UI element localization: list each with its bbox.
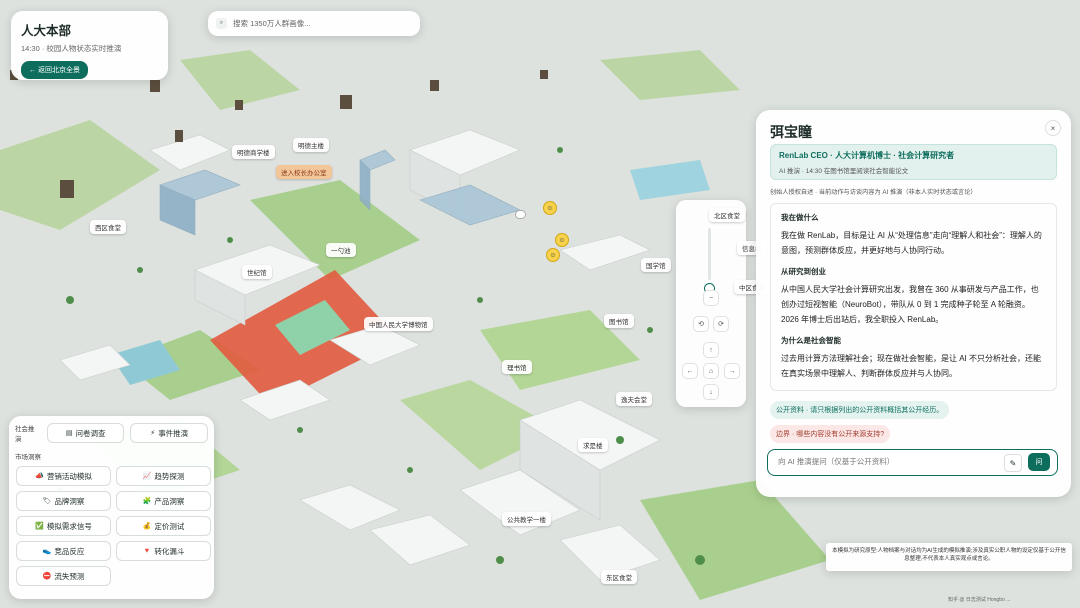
map-navigation-control: − ⟲ ⟳ ↑ ← ⌂ → ↓ <box>676 200 746 407</box>
survey-button[interactable]: ▤ 问卷调查 <box>46 423 125 443</box>
tool-icon: 🧩 <box>142 498 152 505</box>
tool-icon: ⛔ <box>42 573 52 580</box>
pan-right-button[interactable]: → <box>724 363 740 379</box>
person-marker-icon[interactable]: ☺ <box>543 201 557 215</box>
pen-icon[interactable]: ✎ <box>1004 454 1022 472</box>
map-label-museum[interactable]: 中国人民大学博物馆 <box>364 317 433 331</box>
ask-button[interactable]: 问 <box>1028 453 1050 471</box>
section-text: 过去用计算方法理解社会；现在做社会智能，是让 AI 不只分析社会，还能在真实场景… <box>781 354 1042 378</box>
ask-box: ✎ 问 <box>767 449 1058 476</box>
tool-icon: 🏷 <box>42 498 52 505</box>
tools-panel: 社会推演 ▤ 问卷调查 ⚡ 事件推演 市场洞察 📣 营销活动模拟 📈 趋势探测 🏷 品牌洞察 🧩… <box>9 416 214 599</box>
person-marker-icon[interactable]: ☺ <box>555 233 569 247</box>
map-label-zhongqu[interactable]: 图书馆 <box>604 314 634 328</box>
person-profile-body: 我在做什么 我在做 RenLab，目标是让 AI 从“处理信息”走向“理解人和社… <box>770 203 1057 391</box>
pan-down-button[interactable]: ↓ <box>703 384 719 400</box>
campus-card: 人大本部 14:30 · 校园人物状态实时推演 ← 返回北京全景 <box>11 11 168 80</box>
section-heading: 为什么是社会智能 <box>781 336 841 345</box>
zoom-out-button[interactable]: − <box>703 290 719 306</box>
social-section-label: 社会推演 <box>15 426 35 443</box>
tool-label: 竞品反应 <box>54 546 85 556</box>
tool-icon: 📈 <box>142 473 152 480</box>
market-tool-button[interactable]: 🧩 产品洞察 <box>116 491 211 511</box>
close-icon[interactable]: × <box>1045 120 1061 136</box>
person-name: 弭宝瞳 <box>770 124 812 140</box>
tool-label: 趋势探测 <box>154 471 185 481</box>
reset-view-button[interactable]: ⌂ <box>703 363 719 379</box>
tool-label: 营销活动模拟 <box>46 471 92 481</box>
ask-input[interactable] <box>776 456 1000 467</box>
map-label-mingde-business[interactable]: 明德商学楼 <box>232 145 275 159</box>
search-bar[interactable]: ⌕ 搜索 1350万人群画像... <box>208 11 420 36</box>
campus-subtitle: 14:30 · 校园人物状态实时推演 <box>21 44 122 53</box>
search-icon: ⌕ <box>216 18 227 29</box>
suggestion-chip-public[interactable]: 公开资料 · 请只根据列出的公开资料概括其公开经历。 <box>770 401 950 419</box>
tool-label: 模拟需求信号 <box>46 521 92 531</box>
map-label-yiyi[interactable]: 一勺池 <box>326 243 356 257</box>
section-text: 从中国人民大学社会计算研究出发，我曾在 360 从事研发与产品工作，也创办过短视… <box>781 285 1039 324</box>
person-marker-icon[interactable]: ☺ <box>546 248 560 262</box>
map-label-guoxue[interactable]: 国学馆 <box>641 258 671 272</box>
disclaimer: 本模拟为研究原型:人物档案与对话均为AI生成的模拟推演;涉及真实公职人物的设定仅… <box>826 543 1072 571</box>
event-simulation-button[interactable]: ⚡ 事件推演 <box>130 423 209 443</box>
market-tool-button[interactable]: 🏷 品牌洞察 <box>16 491 111 511</box>
tool-label: 定价测试 <box>154 521 185 531</box>
campus-title: 人大本部 <box>21 24 72 38</box>
clipboard-icon: ▤ <box>65 430 73 437</box>
section-heading: 从研究到创业 <box>781 267 826 276</box>
watermark-credit: 知乎 @ 日志测试 Hongbo ... <box>948 597 1011 603</box>
market-tool-button[interactable]: 🔻 转化漏斗 <box>116 541 211 561</box>
search-input[interactable]: 搜索 1350万人群画像... <box>233 18 311 29</box>
tool-icon: 👟 <box>42 548 52 555</box>
map-label-beiqu[interactable]: 北区食堂 <box>709 208 745 222</box>
person-activity: AI 推演 · 14:30 在图书馆里阅读社会智能论文 <box>779 168 909 175</box>
zoom-slider-track[interactable] <box>708 228 711 280</box>
pan-up-button[interactable]: ↑ <box>703 342 719 358</box>
map-label-gonggong[interactable]: 公共教学一楼 <box>502 512 551 526</box>
market-tools-grid: 📣 营销活动模拟 📈 趋势探测 🏷 品牌洞察 🧩 产品洞察 ✅ 模拟需求信号 💰 定价测试 👟 竞品反应 🔻… <box>16 466 211 586</box>
map-label-dongqu[interactable]: 东区食堂 <box>601 570 637 584</box>
tool-label: 品牌洞察 <box>54 496 85 506</box>
tool-icon: 🔻 <box>142 548 152 555</box>
section-text: 我在做 RenLab，目标是让 AI 从“处理信息”走向“理解人和社会”：理解人… <box>781 231 1042 255</box>
tool-label: 产品洞察 <box>154 496 185 506</box>
map-label-shiji[interactable]: 世纪馆 <box>242 265 272 279</box>
suggestion-chip-boundary[interactable]: 边界 · 哪些内容没有公开来源支持? <box>770 425 891 443</box>
tool-icon: 💰 <box>142 523 152 530</box>
map-label-qiushi[interactable]: 求是楼 <box>578 438 608 452</box>
map-label-west-canteen[interactable]: 西区食堂 <box>90 220 126 234</box>
market-tool-button[interactable]: ✅ 模拟需求信号 <box>16 516 111 536</box>
back-to-beijing-button[interactable]: ← 返回北京全景 <box>21 61 88 79</box>
market-tool-button[interactable]: 📣 营销活动模拟 <box>16 466 111 486</box>
market-tool-button[interactable]: 👟 竞品反应 <box>16 541 111 561</box>
rotate-right-button[interactable]: ⟳ <box>713 316 729 332</box>
tool-icon: ✅ <box>35 523 44 530</box>
market-tool-button[interactable]: ⛔ 流失预测 <box>16 566 111 586</box>
tool-label: 转化漏斗 <box>154 546 185 556</box>
person-note: 创始人授权自述 · 当前动作与访谈内容为 AI 推演（非本人实时状态或言论） <box>770 189 977 196</box>
person-detail-panel: 弭宝瞳 × RenLab CEO · 人大计算机博士 · 社会计算研究者 AI … <box>756 110 1071 497</box>
map-label-office[interactable]: 进入校长办公室 <box>276 165 332 179</box>
chat-bubble-icon[interactable] <box>515 210 526 219</box>
person-role: RenLab CEO · 人大计算机博士 · 社会计算研究者 <box>779 151 955 160</box>
market-section-label: 市场洞察 <box>15 454 41 461</box>
market-tool-button[interactable]: 💰 定价测试 <box>116 516 211 536</box>
map-label-yifu[interactable]: 逸夫会堂 <box>616 392 652 406</box>
person-tag-box: RenLab CEO · 人大计算机博士 · 社会计算研究者 AI 推演 · 1… <box>770 144 1057 180</box>
section-heading: 我在做什么 <box>781 213 819 222</box>
rotate-left-button[interactable]: ⟲ <box>693 316 709 332</box>
map-label-mingde[interactable]: 明德主楼 <box>293 138 329 152</box>
lightning-icon: ⚡ <box>150 430 156 437</box>
map-label-lishu[interactable]: 理书馆 <box>502 360 532 374</box>
pan-left-button[interactable]: ← <box>682 363 698 379</box>
tool-icon: 📣 <box>35 473 44 480</box>
market-tool-button[interactable]: 📈 趋势探测 <box>116 466 211 486</box>
tool-label: 流失预测 <box>54 571 85 581</box>
